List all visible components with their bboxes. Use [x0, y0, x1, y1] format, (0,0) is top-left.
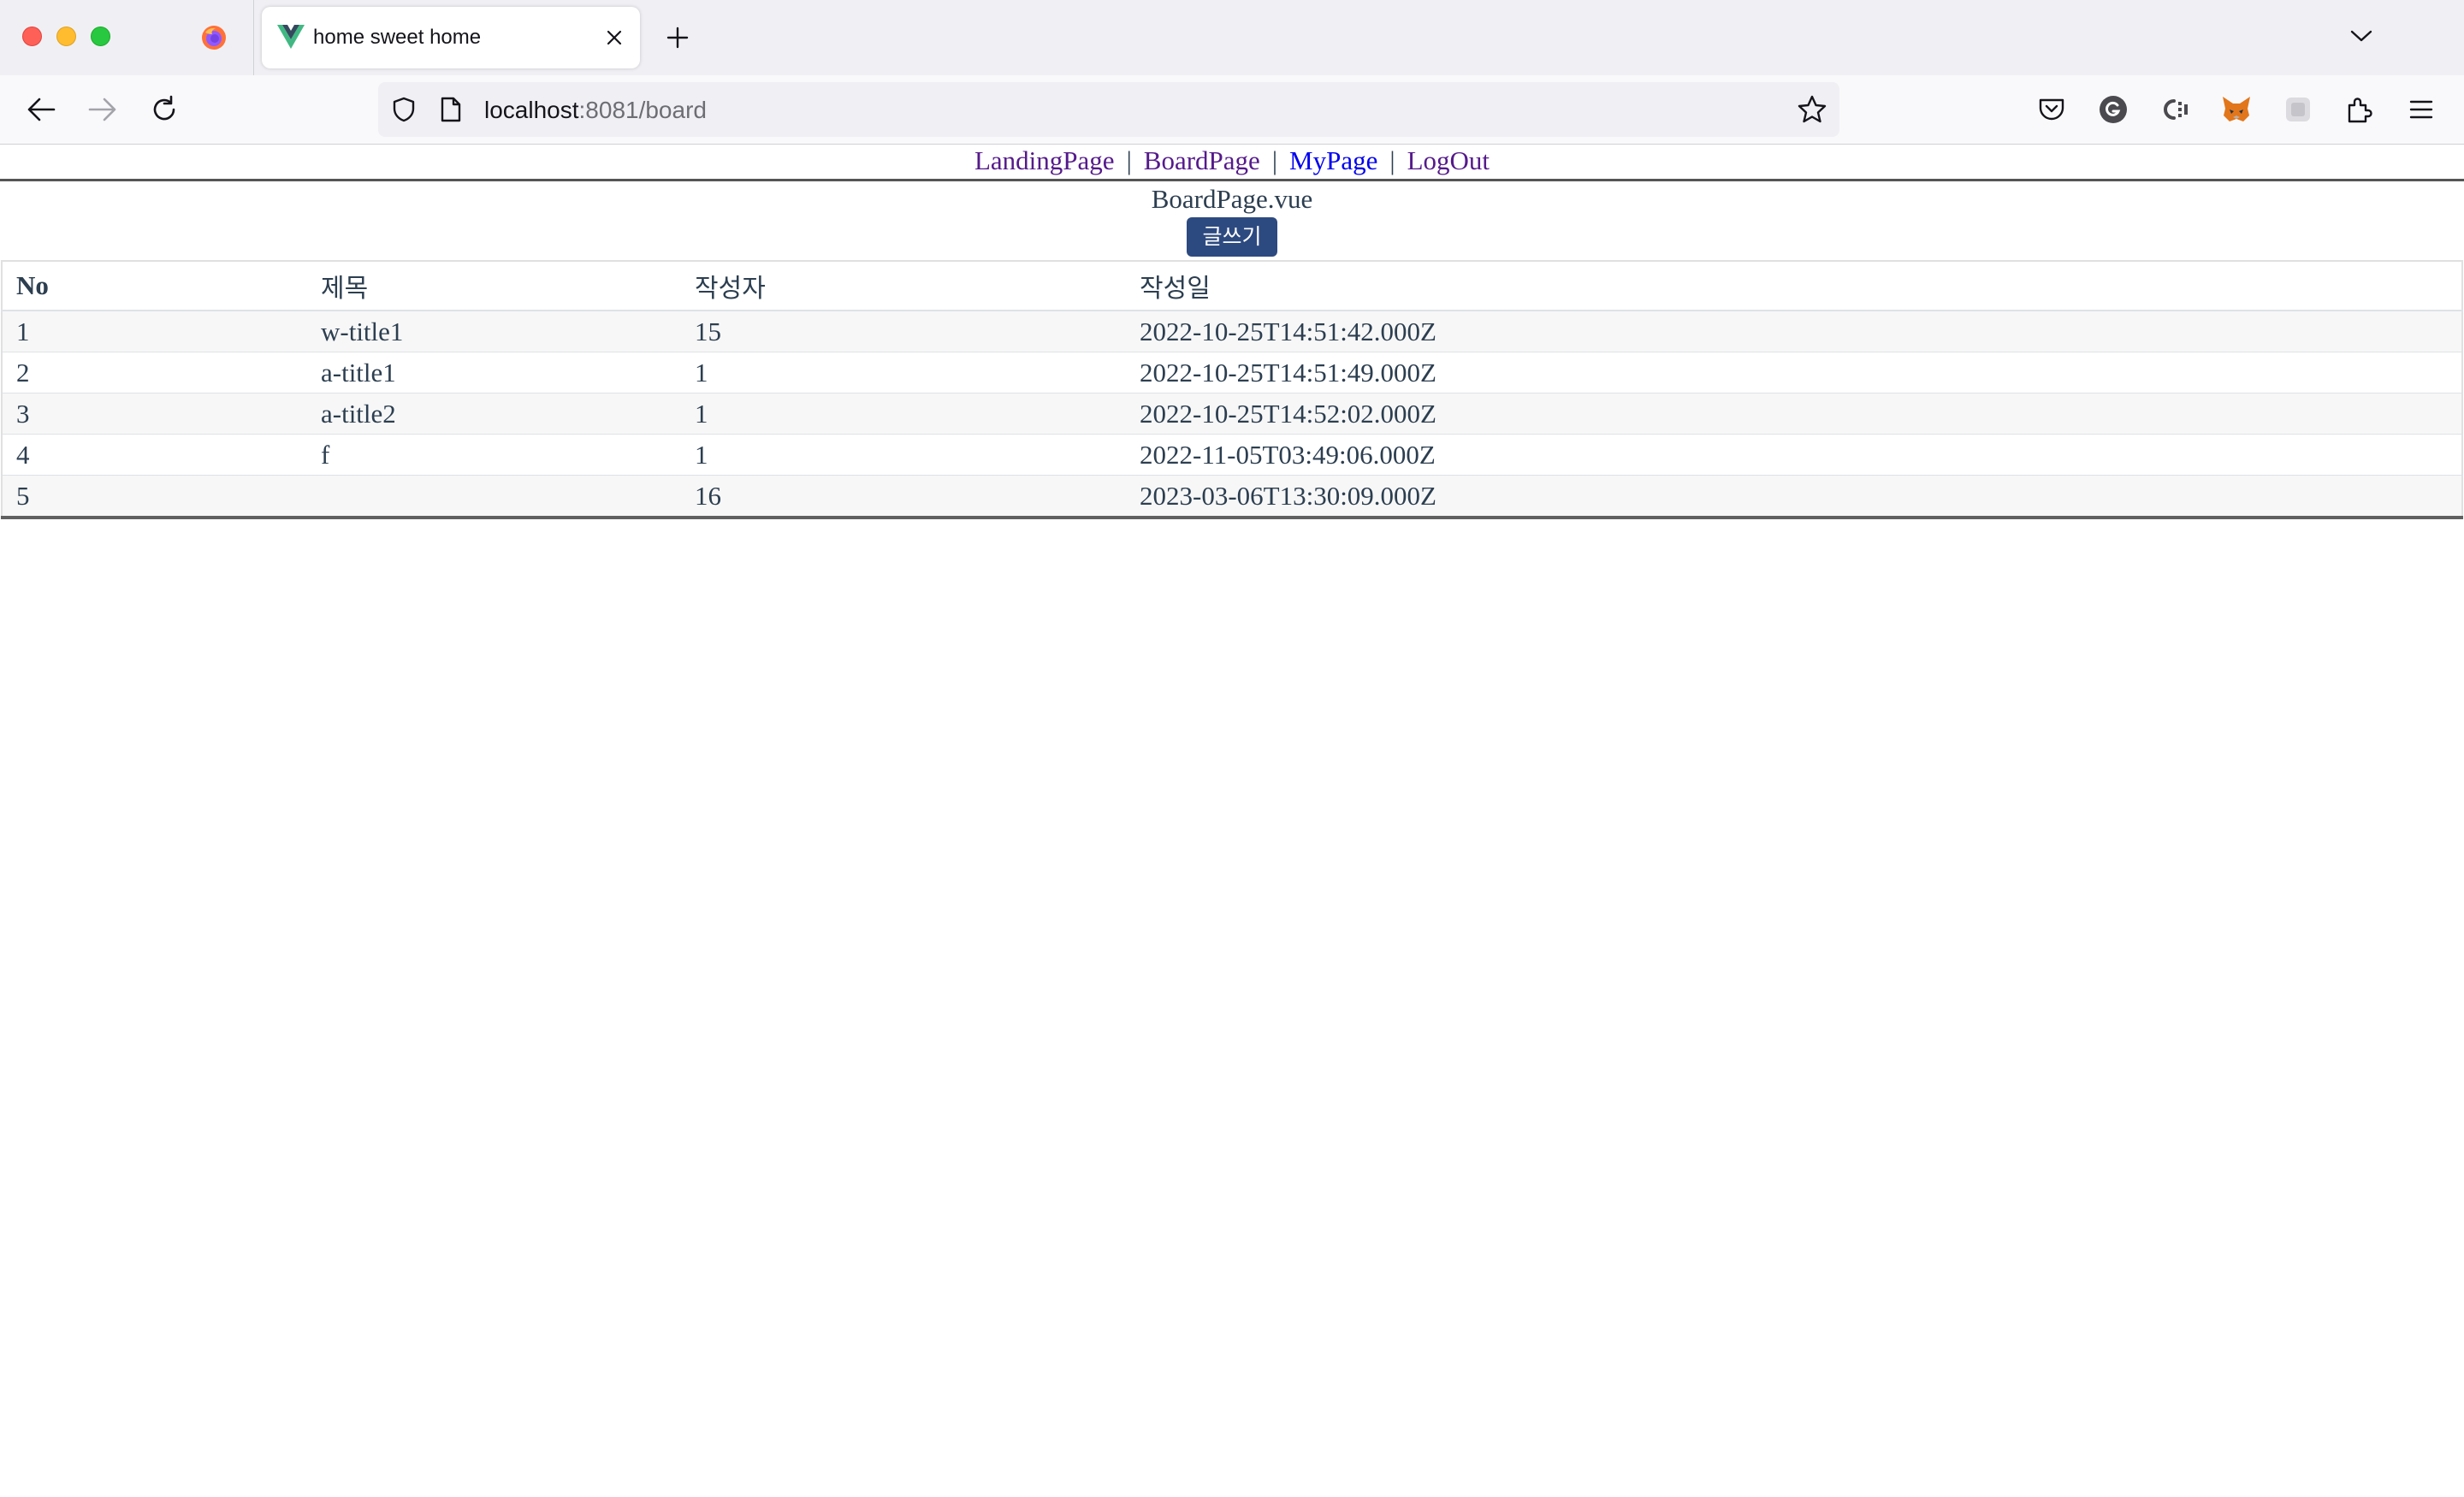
cell-date: 2022-10-25T14:51:49.000Z	[1126, 352, 2462, 393]
nav-link-landingpage[interactable]: LandingPage	[974, 145, 1115, 175]
extension-c-button[interactable]	[2159, 94, 2190, 125]
page-title: BoardPage.vue	[1151, 184, 1313, 214]
nav-separator: |	[1126, 145, 1132, 175]
cell-author: 1	[681, 434, 1126, 476]
table-row[interactable]: 5 16 2023-03-06T13:30:09.000Z	[2, 475, 2462, 518]
hamburger-menu-icon	[2409, 100, 2433, 119]
cell-author: 16	[681, 475, 1126, 518]
url-host: localhost	[484, 97, 579, 123]
nav-separator: |	[1389, 145, 1395, 175]
table-row[interactable]: 2 a-title1 1 2022-10-25T14:51:49.000Z	[2, 352, 2462, 393]
cell-no: 2	[2, 352, 307, 393]
column-header-author: 작성자	[681, 261, 1126, 311]
url-text[interactable]: localhost:8081/board	[484, 97, 707, 124]
tab-separator	[253, 0, 254, 75]
cell-author: 15	[681, 310, 1126, 352]
cell-author: 1	[681, 352, 1126, 393]
extension-grey-icon	[2286, 98, 2310, 121]
page-content: LandingPage | BoardPage | MyPage | LogOut Boar…	[0, 145, 2464, 519]
forward-arrow-icon	[88, 98, 116, 121]
cell-date: 2022-10-25T14:52:02.000Z	[1126, 393, 2462, 435]
cell-no: 5	[2, 475, 307, 518]
minimize-window-button[interactable]	[56, 27, 76, 46]
plus-icon	[666, 27, 689, 49]
nav-link-mypage[interactable]: MyPage	[1289, 145, 1377, 175]
fox-icon	[2223, 97, 2250, 121]
reload-icon	[153, 95, 175, 121]
grammarly-button[interactable]	[2098, 94, 2129, 125]
cell-no: 1	[2, 310, 307, 352]
pocket-icon	[2039, 98, 2064, 121]
cell-no: 4	[2, 434, 307, 476]
column-header-title: 제목	[307, 261, 681, 311]
nav-link-boardpage[interactable]: BoardPage	[1144, 145, 1260, 175]
list-all-tabs-button[interactable]	[2346, 21, 2377, 51]
menu-button[interactable]	[2406, 94, 2437, 125]
cell-no: 3	[2, 393, 307, 435]
metamask-button[interactable]	[2221, 94, 2252, 125]
vue-logo-icon	[277, 25, 305, 49]
shield-icon[interactable]	[390, 96, 418, 123]
cell-title[interactable]: w-title1	[307, 310, 681, 352]
write-post-button[interactable]: 글쓰기	[1187, 217, 1277, 257]
nav-separator: |	[1271, 145, 1278, 175]
cell-title[interactable]: f	[307, 434, 681, 476]
chevron-down-icon	[2350, 30, 2372, 42]
star-icon[interactable]	[1797, 94, 1827, 125]
cell-title[interactable]: a-title1	[307, 352, 681, 393]
reload-button[interactable]	[147, 92, 181, 127]
navigation-toolbar: localhost:8081/board	[0, 75, 2464, 145]
new-tab-button[interactable]	[662, 22, 693, 53]
write-button-container: 글쓰기	[0, 217, 2464, 257]
firefox-icon[interactable]	[200, 24, 228, 51]
cell-title[interactable]: a-title2	[307, 393, 681, 435]
column-header-date: 작성일	[1126, 261, 2462, 311]
tab-close-button[interactable]	[601, 24, 628, 51]
page-info-icon[interactable]	[438, 96, 464, 123]
extensions-button[interactable]	[2344, 94, 2375, 125]
forward-button[interactable]	[86, 92, 120, 127]
board-table: No 제목 작성자 작성일 1 w-title1 15 2022-10-25T1…	[1, 260, 2463, 519]
url-bar[interactable]: localhost:8081/board	[378, 82, 1839, 137]
tab-strip: home sweet home	[0, 0, 2464, 75]
grammarly-icon	[2100, 96, 2127, 123]
cell-date: 2022-10-25T14:51:42.000Z	[1126, 310, 2462, 352]
cell-title[interactable]	[307, 475, 681, 518]
url-path: :8081/board	[578, 97, 707, 123]
pocket-button[interactable]	[2036, 94, 2067, 125]
column-header-no: No	[2, 261, 307, 311]
zoom-window-button[interactable]	[91, 27, 110, 46]
site-navigation: LandingPage | BoardPage | MyPage | LogOut	[0, 145, 2464, 181]
nav-link-logout[interactable]: LogOut	[1407, 145, 1490, 175]
close-window-button[interactable]	[22, 27, 42, 46]
close-icon	[607, 30, 622, 45]
cell-date: 2022-11-05T03:49:06.000Z	[1126, 434, 2462, 476]
extension-grey-button[interactable]	[2283, 94, 2313, 125]
back-arrow-icon	[27, 98, 56, 121]
back-button[interactable]	[24, 92, 58, 127]
table-row[interactable]: 1 w-title1 15 2022-10-25T14:51:42.000Z	[2, 310, 2462, 352]
table-header-row: No 제목 작성자 작성일	[2, 261, 2462, 311]
cell-date: 2023-03-06T13:30:09.000Z	[1126, 475, 2462, 518]
cell-author: 1	[681, 393, 1126, 435]
table-row[interactable]: 4 f 1 2022-11-05T03:49:06.000Z	[2, 434, 2462, 476]
table-row[interactable]: 3 a-title2 1 2022-10-25T14:52:02.000Z	[2, 393, 2462, 435]
extension-c-icon	[2164, 99, 2188, 120]
puzzle-icon	[2348, 98, 2372, 123]
tab-title: home sweet home	[313, 26, 482, 49]
tab-home-sweet-home[interactable]: home sweet home	[262, 7, 640, 68]
